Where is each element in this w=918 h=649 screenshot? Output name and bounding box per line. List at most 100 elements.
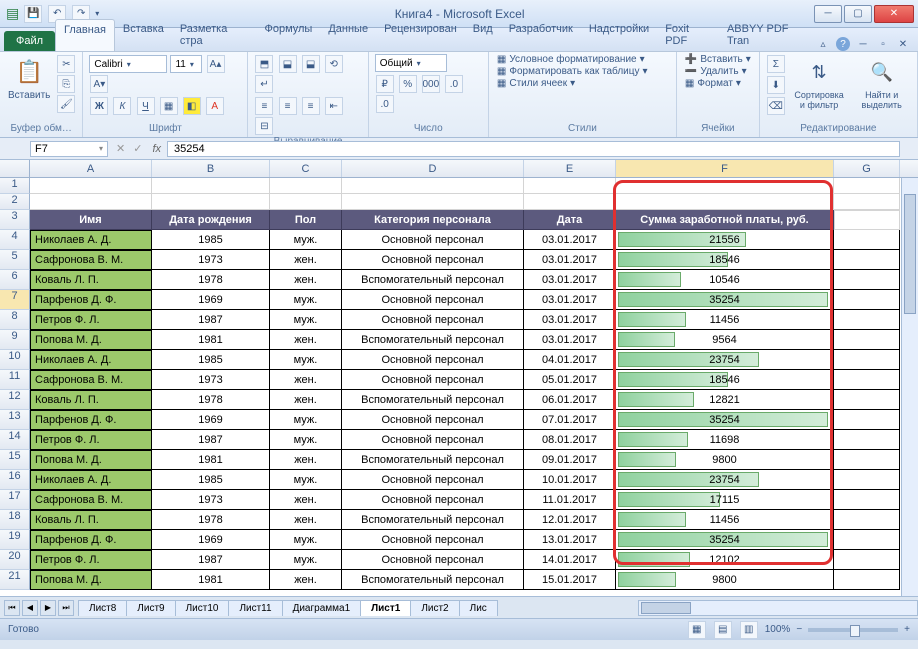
cell-cat[interactable]: Вспомогательный персонал bbox=[342, 510, 524, 530]
view-break-icon[interactable]: ▥ bbox=[740, 621, 758, 639]
clear-icon[interactable]: ⌫ bbox=[767, 97, 785, 115]
zoom-level[interactable]: 100% bbox=[765, 624, 791, 635]
cell[interactable] bbox=[834, 178, 900, 194]
header-cell-cat[interactable]: Категория персонала bbox=[342, 210, 524, 230]
cell-salary[interactable]: 35254 bbox=[616, 290, 834, 310]
cell-cat[interactable]: Вспомогательный персонал bbox=[342, 270, 524, 290]
cell-name[interactable]: Петров Ф. Л. bbox=[30, 550, 152, 570]
cell-date[interactable]: 12.01.2017 bbox=[524, 510, 616, 530]
select-all-corner[interactable] bbox=[0, 160, 30, 177]
cell-salary[interactable]: 12102 bbox=[616, 550, 834, 570]
cell[interactable] bbox=[342, 178, 524, 194]
cell-sex[interactable]: муж. bbox=[270, 230, 342, 250]
cell-dob[interactable]: 1981 bbox=[152, 450, 270, 470]
cell-name[interactable]: Сафронова В. М. bbox=[30, 490, 152, 510]
cell[interactable] bbox=[834, 510, 900, 530]
cell[interactable] bbox=[834, 550, 900, 570]
sort-filter-button[interactable]: ⇅ Сортировка и фильтр bbox=[790, 54, 849, 112]
cell-sex[interactable]: жен. bbox=[270, 510, 342, 530]
doc-restore-icon[interactable]: ▫ bbox=[876, 37, 890, 51]
row-header[interactable]: 12 bbox=[0, 390, 30, 410]
row-header[interactable]: 15 bbox=[0, 450, 30, 470]
ribbon-tab-2[interactable]: Разметка стра bbox=[172, 19, 257, 51]
cell[interactable] bbox=[834, 210, 900, 230]
cell[interactable] bbox=[834, 570, 900, 590]
cell-dob[interactable]: 1969 bbox=[152, 530, 270, 550]
italic-button[interactable]: К bbox=[113, 97, 131, 115]
cell-sex[interactable]: муж. bbox=[270, 530, 342, 550]
cell-dob[interactable]: 1969 bbox=[152, 410, 270, 430]
sheet-tab[interactable]: Лист8 bbox=[78, 600, 127, 616]
currency-icon[interactable]: ₽ bbox=[376, 75, 394, 93]
cell-name[interactable]: Коваль Л. П. bbox=[30, 510, 152, 530]
cell[interactable] bbox=[834, 450, 900, 470]
row-header[interactable]: 6 bbox=[0, 270, 30, 290]
cell-cat[interactable]: Основной персонал bbox=[342, 250, 524, 270]
cell-dob[interactable]: 1981 bbox=[152, 570, 270, 590]
row-header[interactable]: 5 bbox=[0, 250, 30, 270]
formula-input[interactable]: 35254 bbox=[167, 141, 900, 157]
cell[interactable] bbox=[152, 178, 270, 194]
row-header[interactable]: 13 bbox=[0, 410, 30, 430]
cell-dob[interactable]: 1978 bbox=[152, 390, 270, 410]
scroll-thumb[interactable] bbox=[904, 194, 916, 314]
cell-date[interactable]: 03.01.2017 bbox=[524, 230, 616, 250]
ribbon-tab-9[interactable]: Foxit PDF bbox=[657, 19, 719, 51]
cell-date[interactable]: 15.01.2017 bbox=[524, 570, 616, 590]
cell-dob[interactable]: 1987 bbox=[152, 550, 270, 570]
cell[interactable] bbox=[834, 250, 900, 270]
row-header[interactable]: 16 bbox=[0, 470, 30, 490]
cell[interactable] bbox=[834, 230, 900, 250]
name-box[interactable]: F7 bbox=[30, 141, 108, 157]
inc-decimal-icon[interactable]: .0 bbox=[445, 75, 463, 93]
cell-date[interactable]: 14.01.2017 bbox=[524, 550, 616, 570]
doc-minimize-icon[interactable]: ─ bbox=[856, 37, 870, 51]
row-header[interactable]: 9 bbox=[0, 330, 30, 350]
cell-cat[interactable]: Вспомогательный персонал bbox=[342, 390, 524, 410]
row-header[interactable]: 11 bbox=[0, 370, 30, 390]
copy-icon[interactable]: ⎘ bbox=[57, 75, 75, 93]
row-header[interactable]: 14 bbox=[0, 430, 30, 450]
ribbon-tab-10[interactable]: ABBYY PDF Tran bbox=[719, 19, 816, 51]
cell-cat[interactable]: Основной персонал bbox=[342, 530, 524, 550]
font-size-combo[interactable]: 11 bbox=[170, 55, 202, 73]
cell-name[interactable]: Парфенов Д. Ф. bbox=[30, 410, 152, 430]
comma-icon[interactable]: 000 bbox=[422, 75, 440, 93]
cell[interactable] bbox=[270, 178, 342, 194]
hscroll-thumb[interactable] bbox=[641, 602, 691, 614]
cell-dob[interactable]: 1985 bbox=[152, 470, 270, 490]
cell-cat[interactable]: Основной персонал bbox=[342, 550, 524, 570]
sheet-nav-prev-icon[interactable]: ◀ bbox=[22, 600, 38, 616]
cell-sex[interactable]: жен. bbox=[270, 250, 342, 270]
cell-dob[interactable]: 1978 bbox=[152, 510, 270, 530]
vertical-scrollbar[interactable] bbox=[901, 178, 918, 596]
ribbon-tab-3[interactable]: Формулы bbox=[256, 19, 320, 51]
row-header[interactable]: 8 bbox=[0, 310, 30, 330]
cell[interactable] bbox=[616, 194, 834, 210]
fx-button[interactable]: fx bbox=[146, 143, 167, 155]
minimize-button[interactable]: ─ bbox=[814, 5, 842, 23]
cell-sex[interactable]: муж. bbox=[270, 290, 342, 310]
col-header-D[interactable]: D bbox=[342, 160, 524, 177]
cell-date[interactable]: 03.01.2017 bbox=[524, 290, 616, 310]
align-bottom-icon[interactable]: ⬓ bbox=[302, 55, 320, 73]
cell-dob[interactable]: 1987 bbox=[152, 310, 270, 330]
cell-name[interactable]: Коваль Л. П. bbox=[30, 270, 152, 290]
merge-icon[interactable]: ⊟ bbox=[255, 117, 273, 135]
cell-date[interactable]: 04.01.2017 bbox=[524, 350, 616, 370]
dec-decimal-icon[interactable]: .0 bbox=[376, 95, 394, 113]
insert-cells-button[interactable]: ➕Вставить ▾ bbox=[683, 54, 753, 65]
cell-date[interactable]: 03.01.2017 bbox=[524, 330, 616, 350]
cell-dob[interactable]: 1985 bbox=[152, 230, 270, 250]
delete-cells-button[interactable]: ➖Удалить ▾ bbox=[683, 66, 753, 77]
cell[interactable] bbox=[616, 178, 834, 194]
cell-dob[interactable]: 1981 bbox=[152, 330, 270, 350]
cell-date[interactable]: 03.01.2017 bbox=[524, 250, 616, 270]
cell-dob[interactable]: 1985 bbox=[152, 350, 270, 370]
cell-cat[interactable]: Основной персонал bbox=[342, 290, 524, 310]
cell-date[interactable]: 10.01.2017 bbox=[524, 470, 616, 490]
cell-date[interactable]: 03.01.2017 bbox=[524, 310, 616, 330]
row-header[interactable]: 20 bbox=[0, 550, 30, 570]
cell[interactable] bbox=[834, 530, 900, 550]
zoom-slider[interactable] bbox=[808, 628, 898, 632]
